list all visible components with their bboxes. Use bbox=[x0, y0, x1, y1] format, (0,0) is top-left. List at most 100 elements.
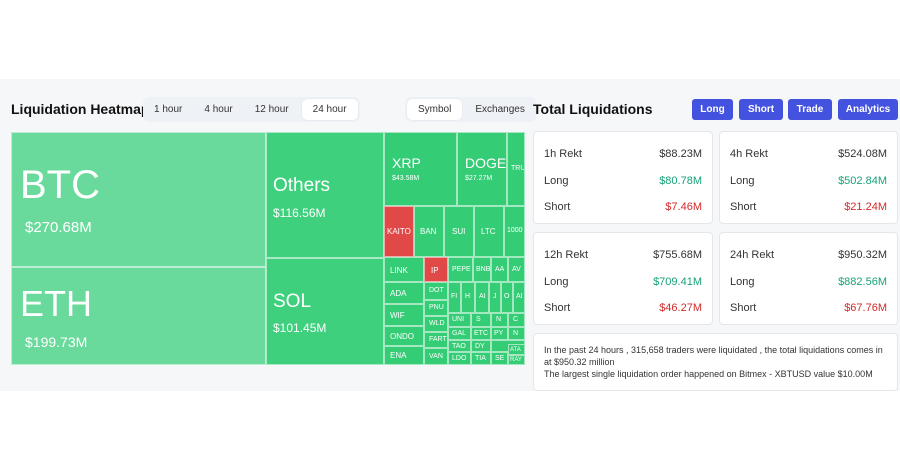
tile-c[interactable]: C bbox=[508, 313, 525, 327]
tile-bnb[interactable]: BNB bbox=[473, 257, 491, 282]
tile-link[interactable]: LINK bbox=[384, 257, 424, 282]
card-4h-short-label: Short bbox=[730, 201, 757, 213]
tile-o[interactable]: O bbox=[501, 282, 513, 313]
card-1h-long: $80.78M bbox=[659, 175, 702, 187]
tile-tao-name: TAO bbox=[452, 343, 466, 350]
long-button[interactable]: Long bbox=[692, 99, 733, 120]
tile-wif[interactable]: WIF bbox=[384, 304, 424, 326]
tile-tru[interactable]: TRU bbox=[507, 132, 525, 206]
tile-xrp[interactable]: XRP $43.58M bbox=[384, 132, 457, 206]
card-12h-short-label: Short bbox=[544, 302, 571, 314]
tile-n-2[interactable]: N bbox=[508, 327, 525, 340]
tile-tia[interactable]: TIA bbox=[471, 352, 491, 365]
tile-btc-value: $270.68M bbox=[25, 219, 92, 236]
tile-ena[interactable]: ENA bbox=[384, 346, 424, 365]
card-24h-total: $950.32M bbox=[838, 249, 887, 261]
tile-j[interactable]: J bbox=[489, 282, 501, 313]
tile-eth-name: ETH bbox=[20, 283, 92, 324]
tile-1000[interactable]: 1000 bbox=[504, 206, 525, 257]
tile-se-name: SE bbox=[495, 355, 505, 362]
tile-aa-name: AA bbox=[495, 266, 505, 273]
tab-12-hour[interactable]: 12 hour bbox=[244, 97, 300, 122]
tile-doge[interactable]: DOGE $27.27M bbox=[457, 132, 507, 206]
tile-o-name: O bbox=[504, 293, 510, 300]
tile-n[interactable]: N bbox=[491, 313, 508, 327]
tile-pepe-name: PEPE bbox=[452, 266, 471, 273]
tile-others-value: $116.56M bbox=[273, 206, 326, 220]
short-button[interactable]: Short bbox=[739, 99, 783, 120]
tab-24-hour[interactable]: 24 hour bbox=[301, 99, 358, 120]
tile-ai-2[interactable]: AI bbox=[513, 282, 525, 313]
tile-ai[interactable]: AI bbox=[475, 282, 489, 313]
tile-ada[interactable]: ADA bbox=[384, 282, 424, 304]
card-24h-short-label: Short bbox=[730, 302, 757, 314]
tile-uni[interactable]: UNI bbox=[448, 313, 471, 327]
tile-av-name: AV bbox=[512, 266, 521, 273]
tab-4-hour[interactable]: 4 hour bbox=[193, 97, 243, 122]
tile-wld[interactable]: WLD bbox=[424, 316, 448, 332]
tile-s[interactable]: S bbox=[471, 313, 491, 327]
tile-btc[interactable]: BTC $270.68M bbox=[11, 132, 266, 267]
tile-others[interactable]: Others $116.56M bbox=[266, 132, 384, 258]
tile-se[interactable]: SE bbox=[491, 352, 508, 365]
liquidation-heatmap: BTC $270.68M ETH $199.73M Others $116.56… bbox=[11, 132, 525, 365]
tile-kaito[interactable]: KAITO bbox=[384, 206, 414, 257]
tile-ray[interactable]: RAY bbox=[508, 355, 525, 365]
tab-1-hour[interactable]: 1 hour bbox=[143, 97, 193, 122]
tile-sui[interactable]: SUI bbox=[444, 206, 474, 257]
tile-fi-name: FI bbox=[451, 293, 458, 300]
card-1h-label: 1h Rekt bbox=[544, 148, 582, 160]
card-24h-long-label: Long bbox=[730, 276, 755, 288]
tile-ldo[interactable]: LDO bbox=[448, 352, 471, 365]
tile-van[interactable]: VAN bbox=[424, 348, 448, 365]
tile-link-name: LINK bbox=[390, 266, 408, 275]
card-12h-long: $709.41M bbox=[653, 276, 702, 288]
analytics-button[interactable]: Analytics bbox=[838, 99, 898, 120]
tile-av[interactable]: AV bbox=[508, 257, 525, 282]
tile-h[interactable]: H bbox=[461, 282, 475, 313]
tile-xrp-name: XRP bbox=[392, 155, 421, 171]
tile-ban[interactable]: BAN bbox=[414, 206, 444, 257]
tile-dot[interactable]: DOT bbox=[424, 282, 448, 300]
tile-fi[interactable]: FI bbox=[448, 282, 461, 313]
tile-dy-name: DY bbox=[475, 343, 485, 350]
tile-ip-name: IP bbox=[431, 266, 439, 275]
tile-gal-name: GAL bbox=[452, 330, 467, 337]
tile-j-name: J bbox=[493, 293, 497, 300]
tile-ata[interactable]: ATA bbox=[508, 344, 525, 355]
tile-eth[interactable]: ETH $199.73M bbox=[11, 267, 266, 365]
tile-py[interactable]: PY bbox=[491, 327, 508, 340]
tile-sui-name: SUI bbox=[452, 227, 466, 236]
tile-ldo-name: LDO bbox=[452, 355, 467, 362]
card-4h-long: $502.84M bbox=[838, 175, 887, 187]
tile-pnu[interactable]: PNU bbox=[424, 300, 448, 316]
tile-ltc[interactable]: LTC bbox=[474, 206, 504, 257]
tile-bnb-name: BNB bbox=[476, 266, 491, 273]
tile-ena-name: ENA bbox=[390, 351, 407, 360]
tile-ray-name: RAY bbox=[510, 357, 522, 363]
tile-gal[interactable]: GAL bbox=[448, 327, 471, 340]
card-1h-short-label: Short bbox=[544, 201, 571, 213]
tile-ondo[interactable]: ONDO bbox=[384, 326, 424, 346]
tile-aa[interactable]: AA bbox=[491, 257, 508, 282]
tile-pepe[interactable]: PEPE bbox=[448, 257, 473, 282]
card-1h-rekt: 1h Rekt $88.23M Long $80.78M Short $7.46… bbox=[533, 131, 713, 224]
tile-dy[interactable]: DY bbox=[471, 340, 491, 352]
tile-doge-name: DOGE bbox=[465, 155, 507, 171]
summary-line-1: In the past 24 hours , 315,658 traders w… bbox=[544, 345, 883, 367]
card-24h-short: $67.76M bbox=[844, 302, 887, 314]
tile-fart[interactable]: FART bbox=[424, 332, 448, 348]
tile-ltc-name: LTC bbox=[481, 227, 496, 236]
tab-exchanges[interactable]: Exchanges bbox=[464, 97, 535, 122]
tile-tao[interactable]: TAO bbox=[448, 340, 471, 352]
tile-ip[interactable]: IP bbox=[424, 257, 448, 282]
tile-n-2-name: N bbox=[513, 330, 519, 337]
tab-symbol[interactable]: Symbol bbox=[407, 99, 463, 120]
tile-etc[interactable]: ETC bbox=[471, 327, 491, 340]
tile-fart-name: FART bbox=[429, 336, 447, 343]
tile-wif-name: WIF bbox=[390, 311, 405, 320]
view-selector: Symbol Exchanges bbox=[405, 97, 536, 122]
tile-1000-name: 1000 bbox=[507, 227, 523, 234]
tile-sol[interactable]: SOL $101.45M bbox=[266, 258, 384, 365]
trade-button[interactable]: Trade bbox=[788, 99, 832, 120]
